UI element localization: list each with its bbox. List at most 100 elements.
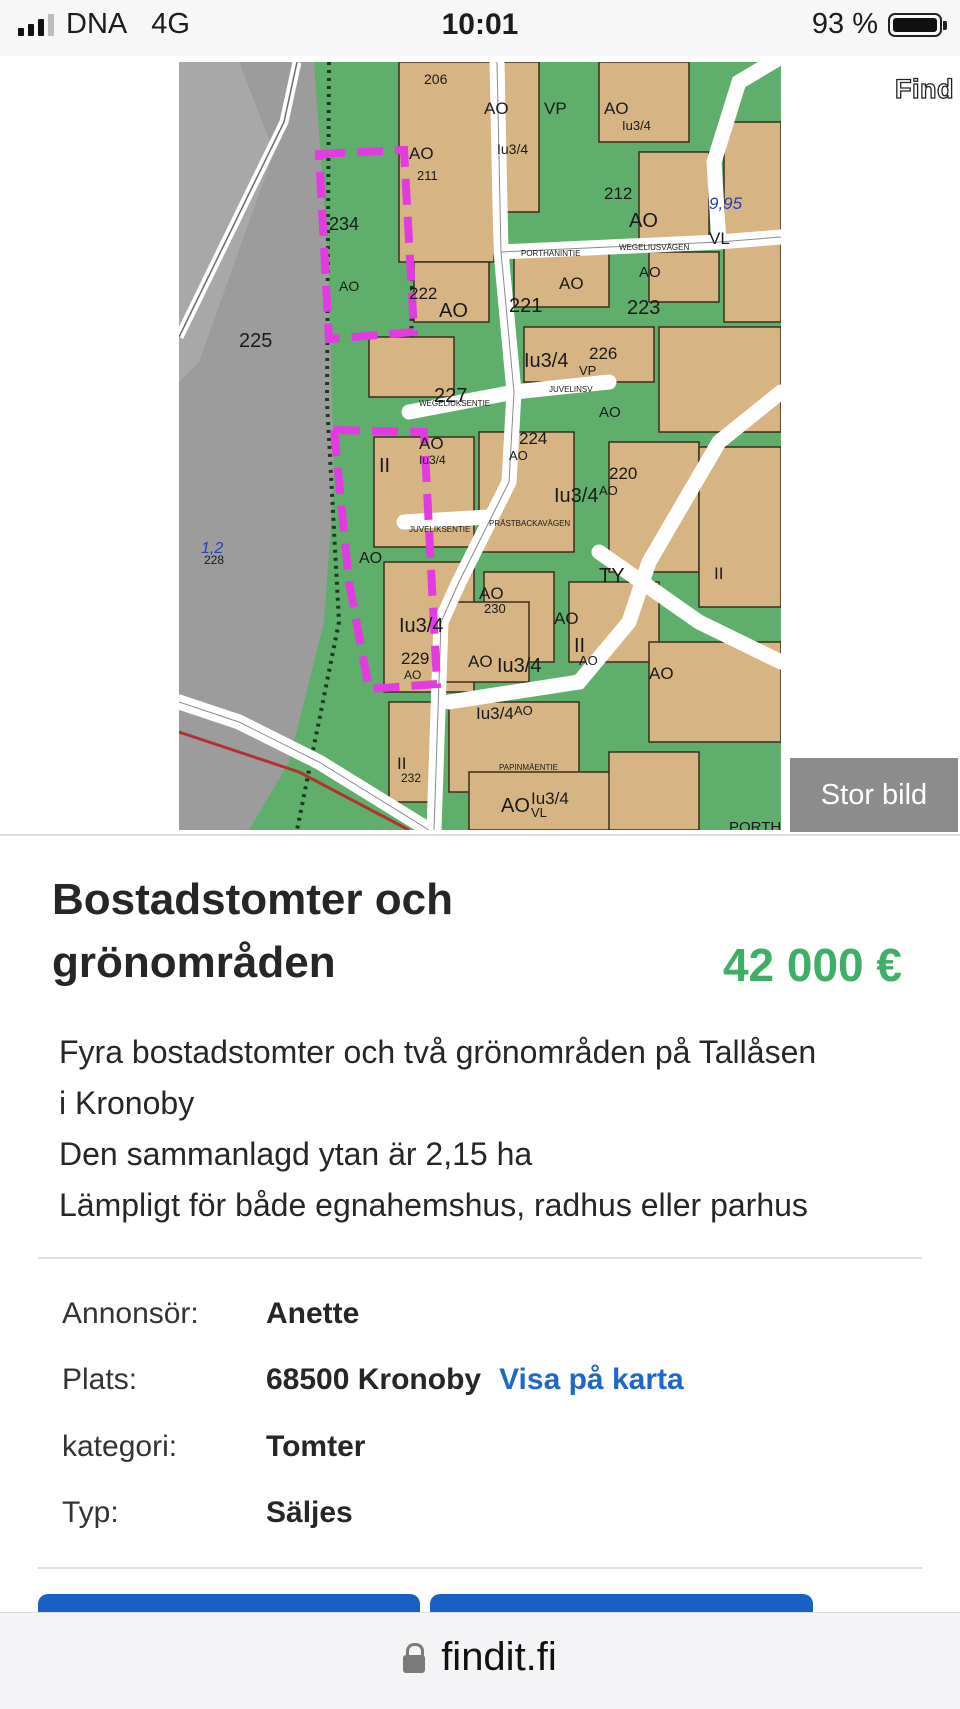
description-line: Den sammanlagd ytan är 2,15 ha	[59, 1136, 533, 1172]
map-label: II	[714, 564, 723, 583]
map-label: AO	[599, 404, 621, 421]
location-value: 68500 Kronoby	[266, 1363, 482, 1396]
detail-row-location: Plats: 68500 Kronoby Visa på karta	[62, 1358, 684, 1402]
map-label: PAPINMÄENTIE	[499, 763, 558, 772]
map-label: AO	[409, 144, 434, 163]
map-label: AO	[509, 448, 528, 463]
divider	[38, 1567, 922, 1569]
map-label: 224	[519, 429, 547, 448]
advertiser-label: Annonsör:	[62, 1297, 199, 1330]
map-label: 226	[589, 344, 617, 363]
map-label: AO	[501, 795, 530, 817]
map-label: 212	[604, 184, 632, 203]
category-label: kategori:	[62, 1430, 178, 1463]
chevron-left-icon	[57, 460, 83, 510]
listing-image-zoning-map[interactable]: 206 AO VP Iu3/4 AO Iu3/4 AO 211 212 AO 9,95 VL 234 AO…	[179, 62, 781, 830]
map-label: WEGELIUKSENTIE	[419, 399, 490, 408]
status-bar: DNA 4G 10:01 93 %	[0, 0, 960, 56]
description-line: Lämpligt för både egnahemshus, radhus el…	[59, 1187, 808, 1223]
map-label: VL	[709, 229, 730, 248]
description-line: Fyra bostadstomter och två grönområden p…	[59, 1034, 817, 1070]
map-label: AO	[629, 210, 658, 232]
category-value: Tomter	[266, 1430, 366, 1463]
lock-icon	[403, 1642, 426, 1673]
map-label: AO	[339, 278, 359, 294]
map-label: AO	[554, 609, 579, 628]
listing-price: 42 000 €	[722, 939, 902, 991]
map-label: 211	[417, 168, 438, 183]
map-label: AO	[514, 703, 533, 718]
map-label: Iu3/4	[399, 615, 443, 637]
previous-image-arrow[interactable]	[50, 455, 90, 515]
map-label: JUVELINSV	[549, 385, 593, 394]
detail-row-type: Typ: Säljes	[62, 1491, 353, 1535]
listing-title: Bostadstomter och grönområden	[52, 868, 612, 994]
map-label: 229	[401, 649, 429, 668]
large-image-button[interactable]: Stor bild	[790, 758, 958, 832]
map-label: AO	[419, 434, 444, 453]
map-label: VL	[531, 805, 547, 820]
map-label: 206	[424, 71, 448, 87]
next-image-arrow[interactable]	[868, 455, 908, 515]
map-label: AO	[599, 483, 618, 498]
detail-row-advertiser: Annonsör: Anette	[62, 1292, 359, 1336]
map-label: PORTHANSVÄGEN	[729, 819, 781, 830]
map-label: VP	[579, 363, 596, 378]
map-label: AO	[579, 653, 598, 668]
battery-percent: 93 %	[811, 8, 878, 40]
map-label: JUVELIKSENTIE	[409, 525, 470, 534]
url-display[interactable]: findit.fi	[0, 1635, 960, 1680]
detail-row-category: kategori: Tomter	[62, 1425, 365, 1469]
url-text: findit.fi	[441, 1635, 557, 1679]
map-label: AO	[559, 274, 584, 293]
map-label: AO	[639, 264, 661, 281]
map-label: II	[379, 455, 390, 477]
map-label: Iu3/4	[419, 453, 446, 467]
zoning-map-graphic: 206AO VPIu3/4AOIu3/4AO211212AO9,95VL234AO…	[179, 62, 781, 830]
map-label: Iu3/4	[622, 118, 651, 133]
map-label: 232	[401, 771, 421, 785]
map-label: Iu3/4	[476, 704, 514, 723]
map-label: Iu3/4	[497, 655, 541, 677]
listing-description: Fyra bostadstomter och två grönområden p…	[59, 1027, 939, 1231]
map-label: AO	[484, 99, 509, 118]
status-right: 93 %	[811, 8, 947, 41]
listing-title-line1: Bostadstomter och	[52, 875, 453, 924]
map-label: PORTHANINTIE	[521, 249, 580, 258]
map-label: 234	[329, 214, 359, 234]
map-label: AO	[604, 99, 629, 118]
map-label: AO	[649, 664, 674, 683]
map-label: 221	[509, 295, 542, 317]
battery-icon	[888, 12, 947, 37]
advertiser-value: Anette	[266, 1297, 360, 1330]
map-label: 223	[627, 297, 660, 319]
location-label: Plats:	[62, 1363, 138, 1396]
map-label: TY	[599, 565, 625, 587]
map-label: 230	[484, 601, 506, 616]
map-label: 220	[609, 464, 637, 483]
divider	[38, 1257, 922, 1259]
map-label: AO	[439, 300, 468, 322]
map-label: 228	[204, 553, 224, 567]
map-label: Iu3/4	[497, 141, 528, 157]
type-value: Säljes	[266, 1496, 353, 1529]
show-on-map-link[interactable]: Visa på karta	[499, 1363, 684, 1397]
type-label: Typ:	[62, 1496, 119, 1529]
map-label: PRÄSTBACKAVÄGEN	[489, 519, 570, 528]
map-label: 222	[409, 284, 437, 303]
map-label: AO	[404, 668, 421, 682]
description-line: i Kronoby	[59, 1085, 195, 1121]
map-label: 9,95	[709, 194, 743, 213]
map-label: AO	[468, 652, 493, 671]
map-label: 225	[239, 330, 272, 352]
map-label: Iu3/4	[554, 485, 598, 507]
browser-address-bar[interactable]: findit.fi	[0, 1612, 960, 1709]
findit-watermark: Find	[894, 73, 954, 104]
image-gallery[interactable]: 206 AO VP Iu3/4 AO Iu3/4 AO 211 212 AO 9,95 VL 234 AO…	[0, 60, 960, 836]
map-label: VP	[544, 99, 567, 118]
chevron-right-icon	[875, 460, 901, 510]
map-label: AO	[359, 550, 382, 567]
map-label: Iu3/4	[524, 350, 568, 372]
map-label: WEGELIUSVÄGEN	[619, 243, 689, 252]
listing-title-line2: grönområden	[52, 938, 336, 987]
